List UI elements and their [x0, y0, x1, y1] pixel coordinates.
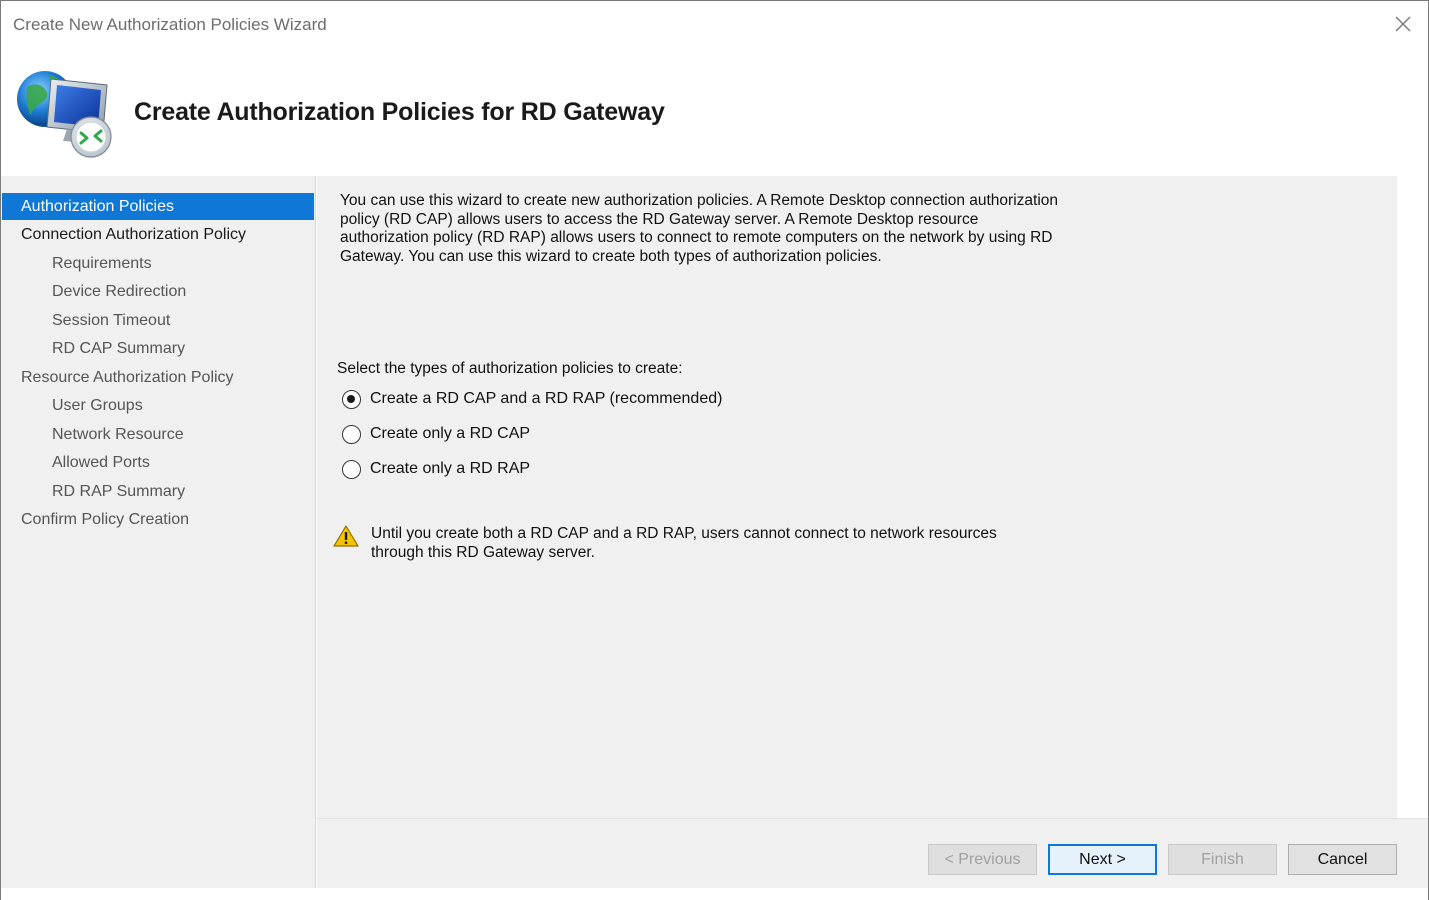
window-title: Create New Authorization Policies Wizard	[13, 15, 327, 34]
radio-button-checked[interactable]	[342, 389, 361, 409]
option-label: Create only a RD RAP	[370, 460, 531, 477]
nav-item-authorization-policies[interactable]: Authorization Policies	[2, 193, 314, 220]
cancel-button[interactable]: Cancel	[1288, 844, 1397, 875]
warning-icon	[333, 525, 359, 547]
radio-button[interactable]	[342, 424, 361, 444]
nav-item-requirements[interactable]: Requirements	[2, 250, 152, 277]
title-bar: Create New Authorization Policies Wizard	[1, 1, 1428, 49]
nav-item-session-timeout[interactable]: Session Timeout	[2, 307, 170, 334]
warning-text: Until you create both a RD CAP and a RD …	[371, 525, 997, 561]
radio-button[interactable]	[342, 459, 361, 479]
page-title: Create Authorization Policies for RD Gat…	[134, 98, 665, 126]
finish-button[interactable]: Finish	[1168, 844, 1277, 875]
next-button[interactable]: Next >	[1048, 844, 1157, 875]
option-rap-only[interactable]: Create only a RD RAP	[342, 457, 530, 481]
option-cap-only[interactable]: Create only a RD CAP	[342, 422, 530, 446]
wizard-header: Create Authorization Policies for RD Gat…	[1, 49, 1428, 176]
policy-type-prompt: Select the types of authorization polici…	[337, 360, 683, 377]
warning-message: Until you create both a RD CAP and a RD …	[333, 524, 1053, 566]
content-margin	[1397, 176, 1428, 818]
nav-item-rd-cap-summary[interactable]: RD CAP Summary	[2, 335, 185, 362]
intro-text: You can use this wizard to create new au…	[340, 192, 1059, 265]
option-cap-and-rap[interactable]: Create a RD CAP and a RD RAP (recommende…	[342, 387, 722, 411]
wizard-window: Create New Authorization Policies Wizard	[0, 0, 1429, 900]
option-label: Create a RD CAP and a RD RAP (recommende…	[370, 390, 723, 407]
nav-item-network-resource[interactable]: Network Resource	[2, 421, 184, 448]
nav-item-resource-authorization-policy[interactable]: Resource Authorization Policy	[2, 364, 234, 391]
nav-item-allowed-ports[interactable]: Allowed Ports	[2, 449, 150, 476]
nav-item-rd-rap-summary[interactable]: RD RAP Summary	[2, 478, 185, 505]
nav-item-connection-authorization-policy[interactable]: Connection Authorization Policy	[2, 221, 246, 248]
close-icon[interactable]	[1388, 9, 1418, 39]
option-label: Create only a RD CAP	[370, 425, 531, 442]
wizard-steps-nav: Authorization Policies Connection Author…	[1, 176, 316, 888]
nav-item-user-groups[interactable]: User Groups	[2, 392, 143, 419]
previous-button[interactable]: < Previous	[928, 844, 1037, 875]
nav-item-confirm-policy-creation[interactable]: Confirm Policy Creation	[2, 506, 189, 533]
rd-gateway-icon	[17, 71, 112, 158]
nav-item-device-redirection[interactable]: Device Redirection	[2, 278, 186, 305]
bottom-margin	[1, 888, 1428, 900]
wizard-content: You can use this wizard to create new au…	[317, 176, 1397, 818]
